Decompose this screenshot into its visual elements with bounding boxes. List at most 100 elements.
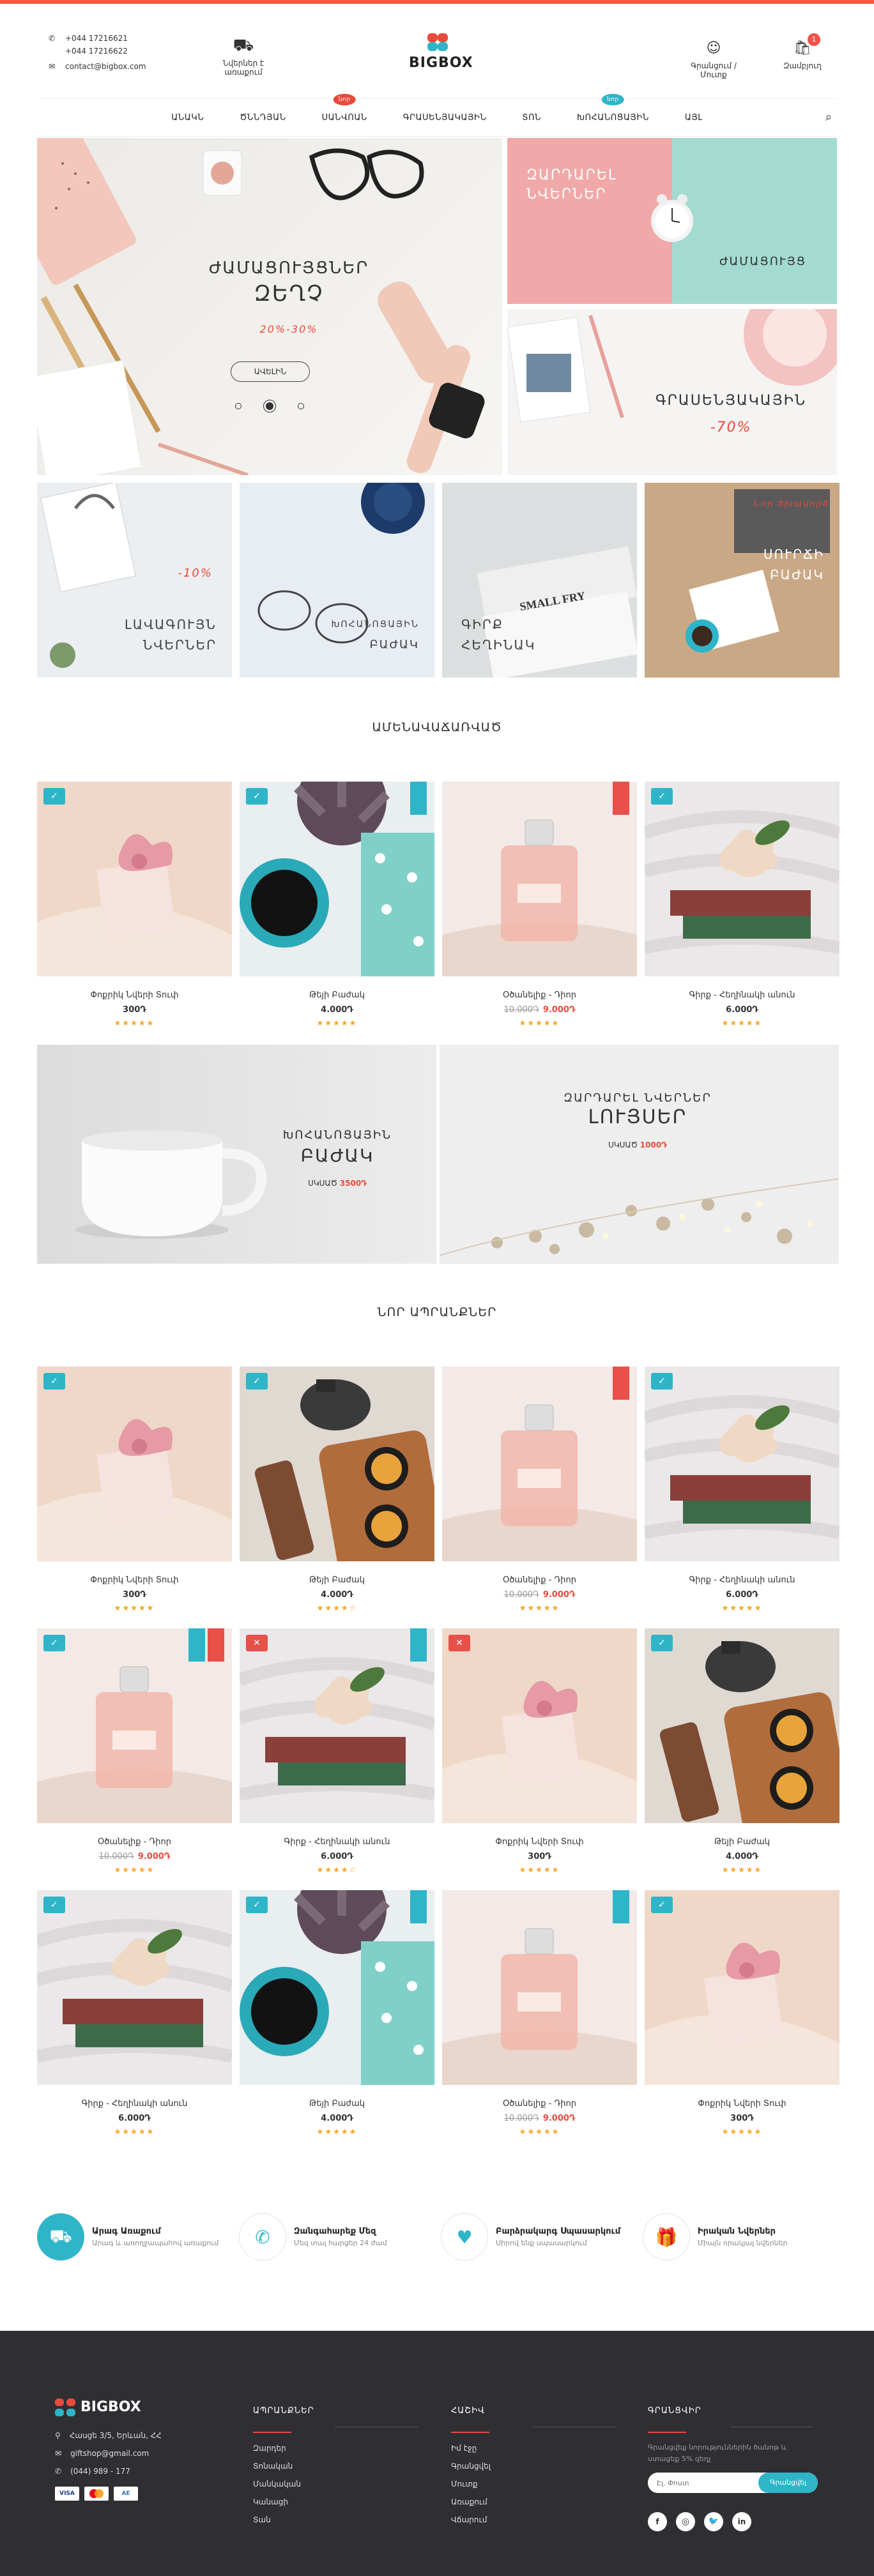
- logo[interactable]: BIGBOX: [409, 32, 473, 71]
- product-card[interactable]: ✓ Թեյի Բաժակ 4.000Դ ★★★★★: [645, 1628, 839, 1874]
- product-name[interactable]: Փոքրիկ Նվերի Տուփ: [442, 1837, 637, 1847]
- account-link[interactable]: ☺ Գրանցում / Մուտք: [678, 41, 749, 80]
- subscribe-button[interactable]: Գրանցվել: [758, 2473, 818, 2493]
- product-name[interactable]: Թեյի Բաժակ: [240, 1575, 434, 1585]
- carousel-dot[interactable]: [235, 403, 241, 409]
- footer-link[interactable]: Զարդեր: [253, 2439, 418, 2457]
- product-card[interactable]: ✓ Գիրք - Հեղինակի անուն 6.000Դ ★★★★★: [645, 782, 839, 1027]
- nav-item[interactable]: ԾՆՆԴՅԱՆ: [240, 113, 286, 123]
- email-link[interactable]: contact@bigbox.com: [65, 59, 146, 74]
- wishlist-check-icon[interactable]: ✓: [43, 1373, 65, 1390]
- product-image[interactable]: [442, 1367, 637, 1561]
- product-name[interactable]: Օծանելիք - Դիոր: [442, 1575, 637, 1585]
- footer-link[interactable]: Գրանցվել: [451, 2457, 616, 2475]
- product-card[interactable]: ✓ Գիրք - Հեղինակի անուն 6.000Դ ★★★★★: [645, 1367, 839, 1612]
- twitter-icon[interactable]: 🐦: [704, 2512, 723, 2531]
- wishlist-check-icon[interactable]: ✓: [651, 1373, 673, 1390]
- product-card[interactable]: ✓ Թեյի Բաժակ 4.000Դ ★★★★★: [240, 1890, 434, 2136]
- product-name[interactable]: Փոքրիկ Նվերի Տուփ: [37, 990, 232, 1000]
- instagram-icon[interactable]: ◎: [676, 2512, 695, 2531]
- product-image[interactable]: ✓: [645, 1367, 839, 1561]
- wishlist-remove-icon[interactable]: ✕: [448, 1635, 470, 1651]
- nav-item[interactable]: ԱՆԱԿՆ: [171, 113, 204, 123]
- product-name[interactable]: Գիրք - Հեղինակի անուն: [240, 1837, 434, 1847]
- wishlist-check-icon[interactable]: ✓: [246, 1897, 268, 1913]
- cart-link[interactable]: 🛍 1 Զամբյուղ: [777, 33, 828, 70]
- product-card[interactable]: ✓ Փոքրիկ Նվերի Տուփ 300Դ ★★★★★: [37, 1367, 232, 1612]
- wishlist-check-icon[interactable]: ✓: [43, 1897, 65, 1913]
- product-image[interactable]: ✓: [37, 1628, 232, 1823]
- hero-banner[interactable]: ԺԱՄԱՑՈՒՅՑՆԵՐ ԶԵՂՉ 20%-30% ԱՎԵԼԻՆ: [37, 138, 502, 475]
- wishlist-check-icon[interactable]: ✓: [651, 1635, 673, 1651]
- nav-item[interactable]: ՍԱՆՎՈԱՆ նոր: [322, 93, 367, 123]
- carousel-dot[interactable]: [298, 403, 304, 409]
- wishlist-remove-icon[interactable]: ✕: [246, 1635, 268, 1651]
- product-card[interactable]: ✕ Գիրք - Հեղինակի անուն 6.000Դ ★★★★☆: [240, 1628, 434, 1874]
- product-image[interactable]: ✓: [240, 1890, 434, 2085]
- product-image[interactable]: ✕: [240, 1628, 434, 1823]
- kitchen-banner[interactable]: ԽՈՀԱՆՈՑԱՅԻՆ ԲԱԺԱԿ ՍԿՍԱԾ 3500Դ: [37, 1045, 436, 1264]
- product-name[interactable]: Գիրք - Հեղինակի անուն: [645, 990, 839, 1000]
- footer-link[interactable]: Մուտք: [451, 2475, 616, 2493]
- footer-link[interactable]: Մանկական: [253, 2475, 418, 2493]
- product-name[interactable]: Փոքրիկ Նվերի Տուփ: [645, 2099, 839, 2109]
- product-image[interactable]: ✓: [37, 1890, 232, 2085]
- product-image[interactable]: ✓: [645, 1628, 839, 1823]
- product-card[interactable]: ✓ Օծանելիք - Դիոր 10.000Դ 9.000Դ ★★★★★: [37, 1628, 232, 1874]
- wishlist-check-icon[interactable]: ✓: [651, 788, 673, 805]
- product-name[interactable]: Փոքրիկ Նվերի Տուփ: [37, 1575, 232, 1585]
- product-card[interactable]: Օծանելիք - Դիոր 10.000Դ 9.000Դ ★★★★★: [442, 782, 637, 1027]
- phone-2[interactable]: +044 17216622: [65, 43, 128, 59]
- product-card[interactable]: Օծանելիք - Դիոր 10.000Դ 9.000Դ ★★★★★: [442, 1367, 637, 1612]
- nav-item[interactable]: ՏՈՆ: [522, 113, 541, 123]
- search-icon[interactable]: ⌕: [825, 110, 832, 124]
- product-name[interactable]: Օծանելիք - Դիոր: [37, 1837, 232, 1847]
- category-tile[interactable]: ԽՈՀԱՆՈՑԱՅԻՆ ԲԱԺԱԿ: [240, 483, 434, 678]
- category-tile[interactable]: SMALL FRY ԳԻՐՔ ՀԵՂԻՆԱԿ: [442, 483, 637, 678]
- product-card[interactable]: ✓ Գիրք - Հեղինակի անուն 6.000Դ ★★★★★: [37, 1890, 232, 2136]
- facebook-icon[interactable]: f: [648, 2512, 667, 2531]
- nav-item[interactable]: ԽՈՀԱՆՈՑԱՅԻՆ նոր: [577, 93, 649, 123]
- product-image[interactable]: ✓: [240, 782, 434, 976]
- product-card[interactable]: ✓ Փոքրիկ Նվերի Տուփ 300Դ ★★★★★: [37, 782, 232, 1027]
- product-card[interactable]: ✓ Թեյի Բաժակ 4.000Դ ★★★★☆: [240, 1367, 434, 1612]
- product-name[interactable]: Գիրք - Հեղինակի անուն: [645, 1575, 839, 1585]
- wishlist-check-icon[interactable]: ✓: [43, 1635, 65, 1651]
- product-name[interactable]: Թեյի Բաժակ: [645, 1837, 839, 1847]
- product-name[interactable]: Թեյի Բաժակ: [240, 2099, 434, 2109]
- footer-email[interactable]: giftshop@gmail.com: [70, 2449, 149, 2458]
- wishlist-check-icon[interactable]: ✓: [43, 788, 65, 805]
- product-image[interactable]: ✓: [645, 1890, 839, 2085]
- product-name[interactable]: Օծանելիք - Դիոր: [442, 990, 637, 1000]
- wishlist-check-icon[interactable]: ✓: [651, 1897, 673, 1913]
- gift-delivery[interactable]: ⛟ Նվերներ է առաքում: [208, 36, 279, 77]
- gifts-banner[interactable]: ԶԱՐԴԱՐԵԼ ՆՎԵՐՆԵՐ ԺԱՄԱՑՈՒՅՑ: [507, 138, 837, 304]
- nav-item[interactable]: ԳՐԱՍԵՆՅԱԿԱՅԻՆ: [403, 113, 487, 123]
- wishlist-check-icon[interactable]: ✓: [246, 1373, 268, 1390]
- footer-link[interactable]: Վճարում: [451, 2511, 616, 2529]
- product-name[interactable]: Թեյի Բաժակ: [240, 990, 434, 1000]
- lights-banner[interactable]: ԶԱՐԴԱՐԵԼ ՆՎԵՐՆԵՐ ԼՈՒՅՍԵՐ ՍԿՍԱԾ 1000Դ: [440, 1045, 839, 1264]
- category-tile[interactable]: -10% ԼԱՎԱԳՈՒՅՆ ՆՎԵՐՆԵՐ: [37, 483, 232, 678]
- product-image[interactable]: ✓: [240, 1367, 434, 1561]
- nav-item[interactable]: ԱՅԼ: [685, 113, 703, 123]
- footer-link[interactable]: Տոնական: [253, 2457, 418, 2475]
- subscribe-email-input[interactable]: [648, 2473, 759, 2493]
- hero-more-button[interactable]: ԱՎԵԼԻՆ: [230, 361, 310, 382]
- product-card[interactable]: Օծանելիք - Դիոր 10.000Դ 9.000Դ ★★★★★: [442, 1890, 637, 2136]
- wishlist-check-icon[interactable]: ✓: [246, 788, 268, 805]
- product-image[interactable]: [442, 1890, 637, 2085]
- footer-phone[interactable]: (044) 989 - 177: [70, 2467, 130, 2476]
- product-image[interactable]: ✕: [442, 1628, 637, 1823]
- stationery-banner[interactable]: ԳՐԱՍԵՆՅԱԿԱՅԻՆ -70%: [507, 309, 837, 475]
- product-image[interactable]: ✓: [37, 1367, 232, 1561]
- product-image[interactable]: [442, 782, 637, 976]
- footer-link[interactable]: Իմ էջը: [451, 2439, 616, 2457]
- product-image[interactable]: ✓: [37, 782, 232, 976]
- product-name[interactable]: Օծանելիք - Դիոր: [442, 2099, 637, 2109]
- product-name[interactable]: Գիրք - Հեղինակի անուն: [37, 2099, 232, 2109]
- footer-link[interactable]: Տան: [253, 2511, 418, 2529]
- category-tile[interactable]: Նոր ծխամորճ ՍՈՒՐՃԻ ԲԱԺԱԿ: [645, 483, 839, 678]
- footer-logo[interactable]: BIGBOX: [55, 2398, 162, 2416]
- product-card[interactable]: ✓ Թեյի Բաժակ 4.000Դ ★★★★★: [240, 782, 434, 1027]
